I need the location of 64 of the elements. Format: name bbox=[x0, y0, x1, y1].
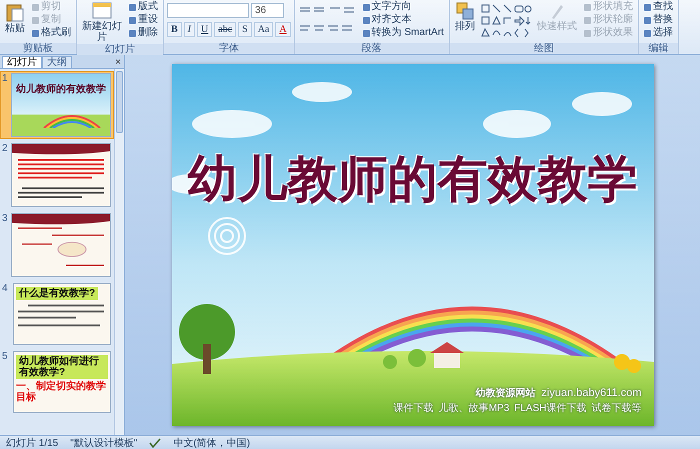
shape-gallery-drawing[interactable] bbox=[480, 3, 532, 39]
format-button[interactable]: I bbox=[184, 22, 196, 37]
spellcheck-icon[interactable] bbox=[149, 438, 162, 448]
slide-number: 2 bbox=[2, 143, 9, 154]
thumbnail-title: 幼儿教师的有效教学 bbox=[16, 82, 106, 96]
language[interactable]: 中文(简体，中国) bbox=[173, 436, 250, 449]
thumbnail-row[interactable]: 5 幼儿教师如何进行有效教学? 一、制定切实的教学目标 bbox=[0, 349, 114, 415]
ribbon-button[interactable]: 转换为 SmartArt bbox=[360, 27, 446, 39]
group-label: 幻灯片 bbox=[77, 44, 163, 55]
font-name-field[interactable] bbox=[167, 3, 249, 18]
slide-number: 1 bbox=[2, 73, 9, 84]
group-label: 字体 bbox=[164, 43, 294, 54]
site-name: 幼教资源网站 bbox=[475, 386, 536, 400]
group-label: 段落 bbox=[294, 43, 449, 54]
group-label: 编辑 bbox=[638, 43, 678, 54]
ribbon-large-button[interactable]: 排列 bbox=[452, 1, 477, 33]
site-url: ziyuan.baby611.com bbox=[541, 387, 642, 399]
thumbnail-row[interactable]: 1 幼儿教师的有效教学 bbox=[0, 71, 114, 139]
format-button[interactable]: U bbox=[197, 22, 212, 37]
group-label: 绘图 bbox=[450, 43, 638, 54]
ribbon-button[interactable]: 重设 bbox=[127, 14, 160, 26]
group-label: 剪贴板 bbox=[0, 43, 76, 54]
slide-thumbnail[interactable]: 幼儿教师的有效教学 bbox=[11, 73, 111, 137]
slide-thumbnail[interactable]: 什么是有效教学? bbox=[13, 283, 111, 345]
ribbon-button[interactable]: 替换 bbox=[642, 14, 675, 26]
thumbnail-title: 什么是有效教学? bbox=[16, 287, 98, 300]
slide-thumbnail[interactable]: 幼儿教师如何进行有效教学? 一、制定切实的教学目标 bbox=[13, 351, 111, 413]
clipboard-icon bbox=[6, 2, 24, 22]
site-link-text: FLASH课件下载 bbox=[514, 402, 586, 415]
ribbon-button[interactable]: 删除 bbox=[127, 27, 160, 39]
font-size-field[interactable]: 36 bbox=[251, 3, 284, 18]
site-link-text: 试卷下载等 bbox=[592, 402, 642, 415]
format-button[interactable]: B bbox=[167, 22, 182, 37]
site-link-text: 课件下载 bbox=[394, 402, 434, 415]
slide-number: 3 bbox=[2, 213, 9, 224]
thumbnail-subtitle: 一、制定切实的教学目标 bbox=[16, 381, 107, 403]
thumbnail-title: 幼儿教师如何进行有效教学? bbox=[16, 355, 108, 379]
slide-title: 幼儿教师的有效教学 bbox=[186, 150, 638, 209]
format-button[interactable]: Aa bbox=[254, 22, 274, 37]
slide-count: 幻灯片 1/15 bbox=[6, 436, 58, 449]
ribbon-large-button[interactable]: 粘贴 bbox=[3, 1, 27, 35]
close-button[interactable]: × bbox=[112, 57, 124, 68]
ribbon-button[interactable]: 版式 bbox=[127, 1, 160, 13]
thumbnail-row[interactable]: 4 什么是有效教学? bbox=[0, 281, 114, 347]
ribbon-button[interactable]: 选择 bbox=[642, 27, 675, 39]
slide-icon bbox=[92, 2, 112, 20]
thumbnail-row[interactable]: 2 bbox=[0, 141, 114, 209]
slide-number: 4 bbox=[2, 283, 9, 294]
panel-tab[interactable]: 大纲 bbox=[42, 56, 72, 68]
format-button[interactable]: S bbox=[238, 22, 252, 37]
ribbon-button[interactable]: 对齐文本 bbox=[360, 14, 446, 26]
ribbon-large-button[interactable]: 新建幻灯片 bbox=[80, 1, 124, 44]
scrollbar[interactable] bbox=[114, 69, 124, 435]
panel-tab[interactable]: 幻灯片 bbox=[2, 56, 42, 68]
slide-number: 5 bbox=[2, 351, 9, 362]
thumbnail-row[interactable]: 3 bbox=[0, 211, 114, 279]
theme-name: "默认设计模板" bbox=[70, 436, 138, 449]
rainbow-icon bbox=[42, 112, 102, 128]
ribbon-button[interactable]: 格式刷 bbox=[30, 27, 73, 39]
ribbon-button[interactable]: 文字方向 bbox=[360, 1, 446, 13]
site-link-text: 儿歌、故事MP3 bbox=[438, 402, 510, 415]
format-button[interactable]: A bbox=[275, 22, 291, 37]
ribbon-button[interactable]: 查找 bbox=[642, 1, 675, 13]
format-button[interactable]: abc bbox=[214, 22, 236, 37]
